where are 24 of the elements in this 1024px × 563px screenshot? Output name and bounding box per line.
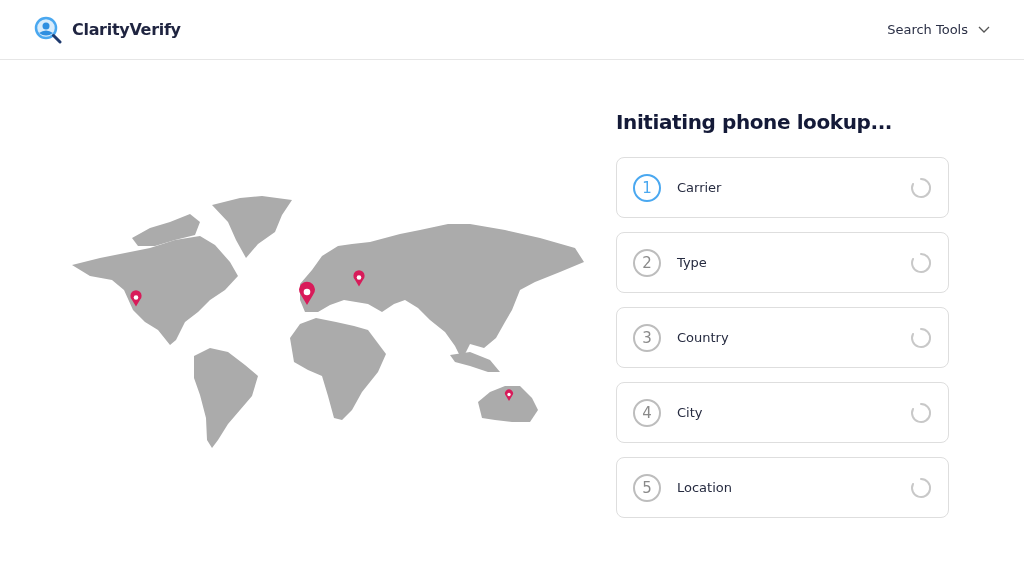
loading-spinner-icon: [910, 251, 932, 274]
loading-spinner-icon: [910, 401, 932, 424]
loading-spinner-icon: [910, 326, 932, 349]
step-number: 1: [633, 173, 661, 202]
step-number: 2: [633, 248, 661, 277]
step-label: City: [677, 405, 704, 420]
search-tools-menu[interactable]: Search Tools: [887, 22, 990, 37]
loading-spinner-icon: [910, 476, 932, 499]
step-number: 3: [633, 323, 661, 352]
brand-name: ClarityVerify: [72, 20, 181, 39]
loading-spinner-icon: [910, 176, 932, 199]
step-label: Location: [677, 480, 733, 495]
map-pin-icon: [130, 290, 142, 307]
step-label: Type: [677, 255, 708, 270]
step-label: Country: [677, 330, 730, 345]
map-pin-icon: [299, 281, 315, 305]
chevron-down-icon: [978, 25, 990, 34]
map-pin-icon: [353, 270, 365, 287]
step-number: 5: [633, 473, 661, 502]
magnifier-logo-icon: [34, 15, 64, 44]
step-number: 4: [633, 398, 661, 427]
map-pin-icon: [505, 389, 513, 401]
step-label: Carrier: [677, 180, 723, 195]
lookup-title: Initiating phone lookup...: [616, 110, 894, 134]
